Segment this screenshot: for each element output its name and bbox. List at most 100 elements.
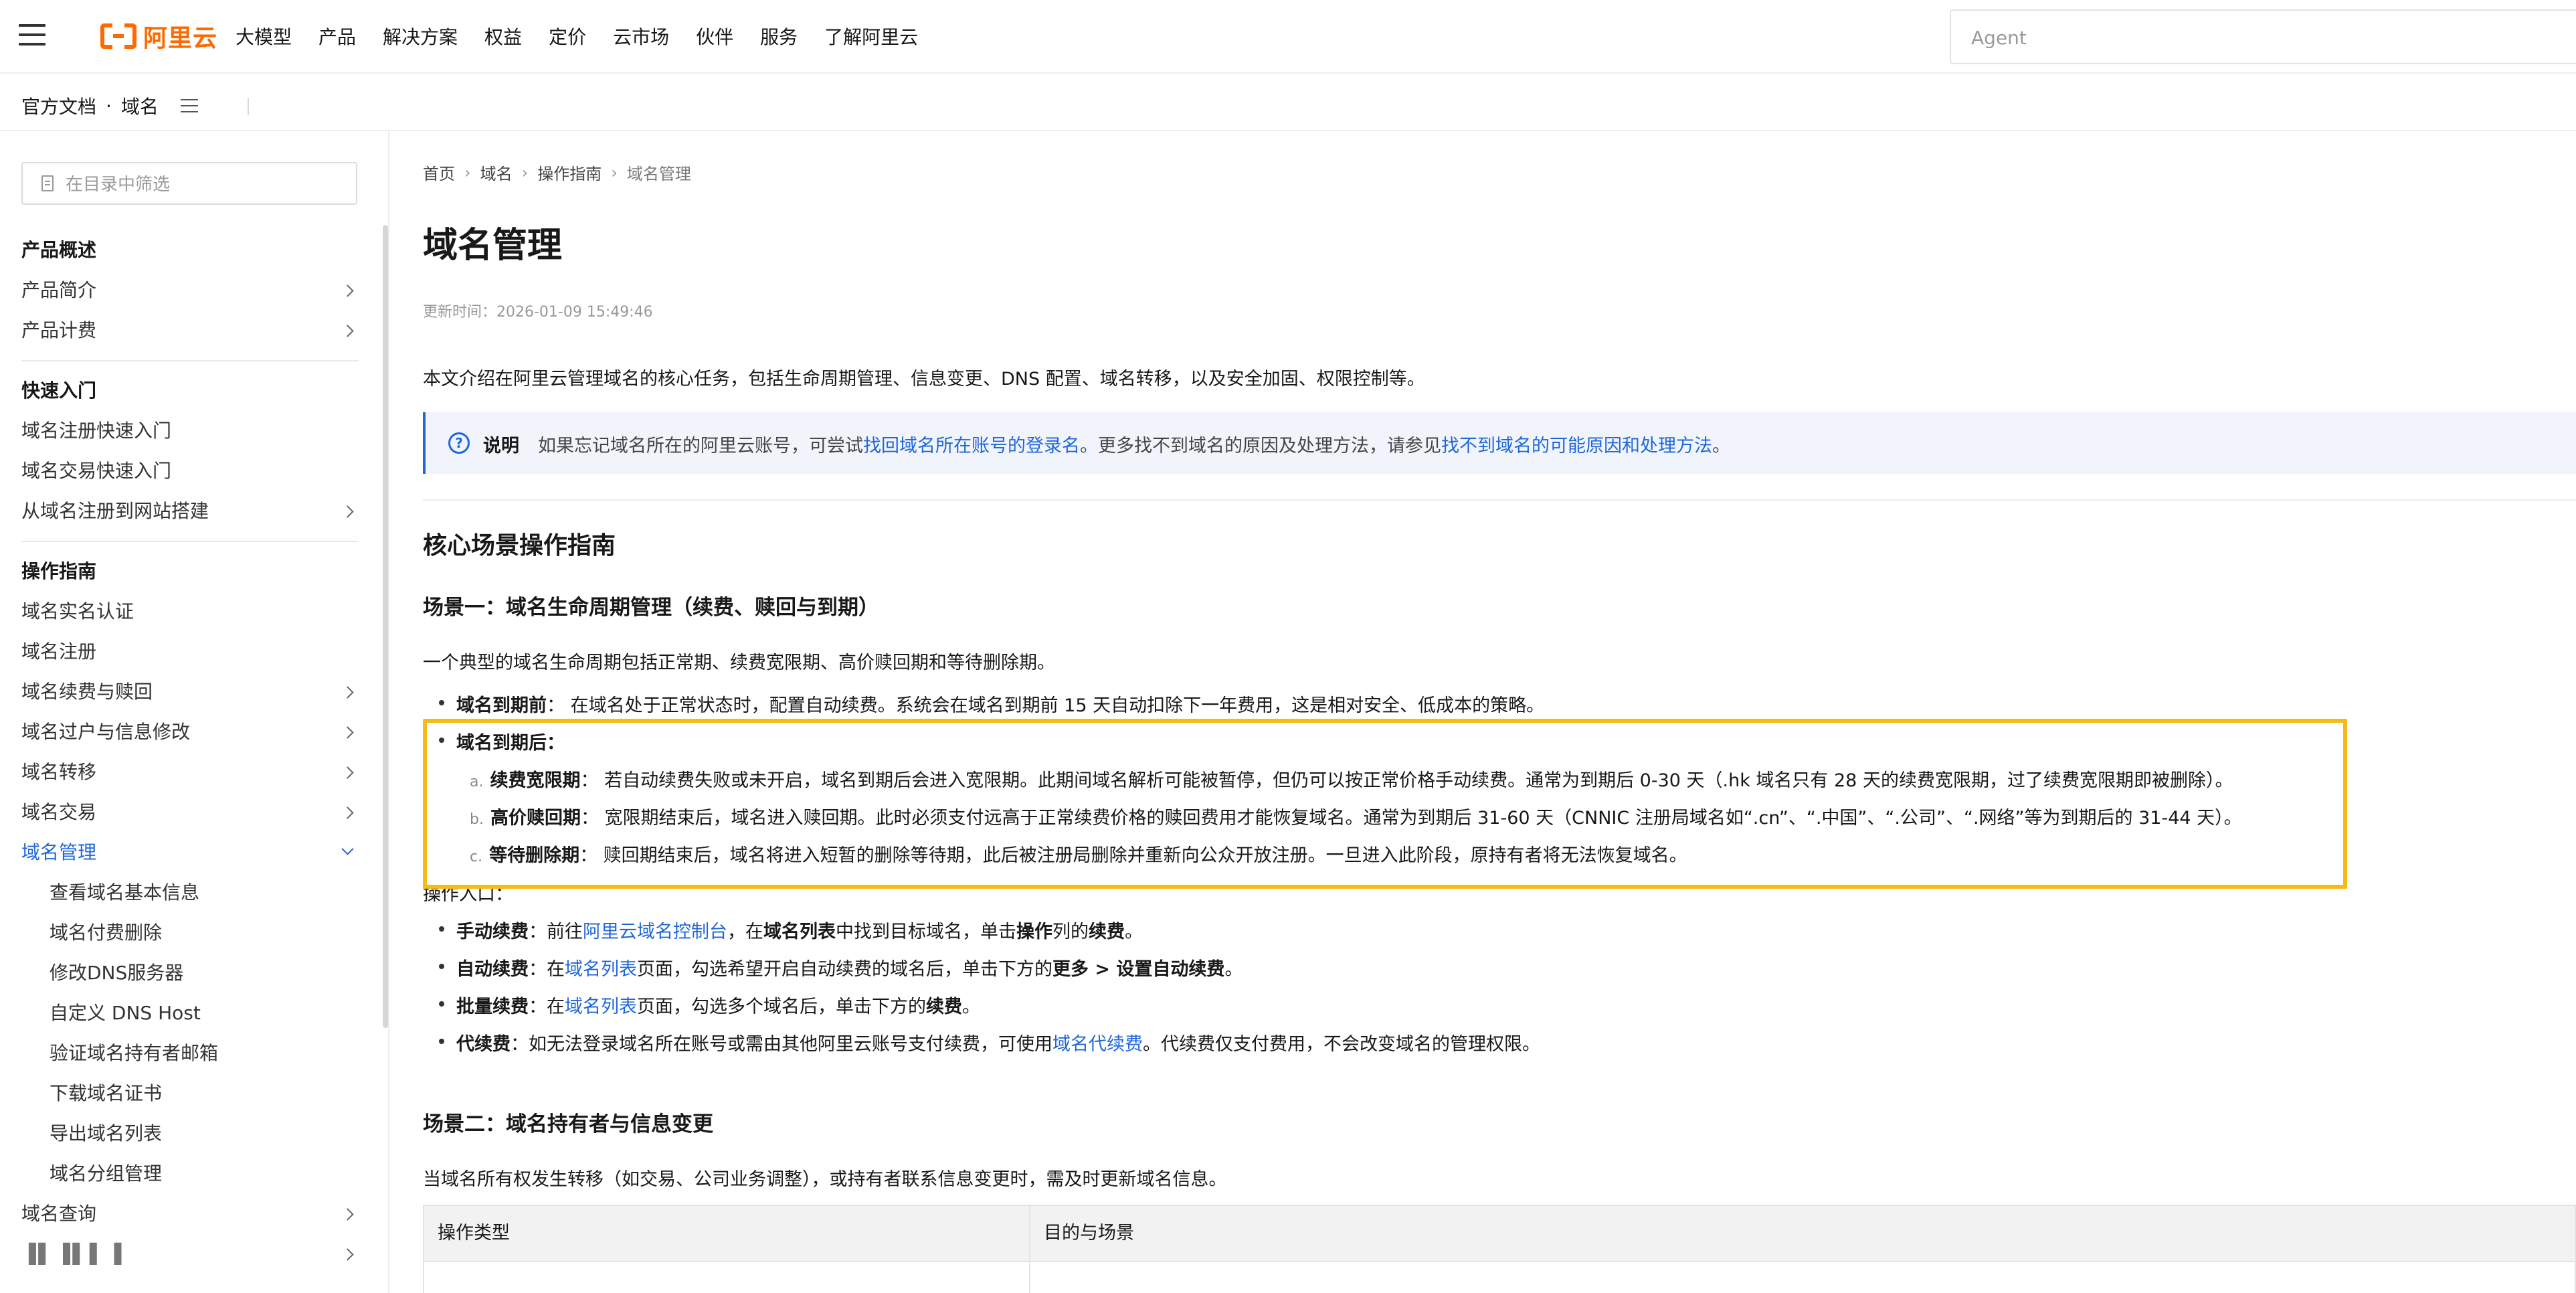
- toc-item-label: 域名注册: [21, 640, 97, 663]
- scene1-intro: 一个典型的域名生命周期包括正常期、续费宽限期、高价赎回期和等待删除期。: [423, 653, 1055, 673]
- sidebar-scrollbar[interactable]: [383, 225, 388, 1028]
- toc-filter-input[interactable]: [64, 170, 348, 198]
- subheader-separator: ·: [106, 94, 112, 117]
- subheader-divider: [248, 98, 249, 115]
- nav-item-services[interactable]: 服务: [760, 23, 798, 50]
- breadcrumb-home[interactable]: 首页: [423, 161, 455, 184]
- toc-item[interactable]: 域名查询: [21, 1194, 359, 1234]
- entry-text: ：前往: [529, 922, 583, 942]
- toc-subitem-label: 查看域名基本信息: [50, 881, 200, 903]
- toc-item[interactable]: 域名交易: [21, 792, 359, 833]
- aliyun-logo-mark-icon: [100, 23, 136, 49]
- table-cell: [424, 1262, 1030, 1293]
- toc-subitem[interactable]: 自定义 DNS Host: [21, 993, 359, 1033]
- phase-marker: a.: [470, 774, 484, 790]
- domain-list-link[interactable]: 域名列表: [565, 959, 637, 980]
- toc-item-redacted[interactable]: ▐▌▐▌▌▐: [21, 1234, 359, 1274]
- chevron-right-icon: ›: [611, 163, 618, 182]
- toc-item[interactable]: 产品简介: [21, 270, 359, 311]
- nav-item-partners[interactable]: 伙伴: [696, 23, 733, 50]
- toc-subitem-label: 验证域名持有者邮箱: [50, 1042, 219, 1064]
- toc-subitem[interactable]: 修改DNS服务器: [21, 953, 359, 993]
- article-main: 首页 › 域名 › 操作指南 › 域名管理 域名管理 更新时间：2026-01-…: [423, 131, 2576, 1293]
- entry-text: 页面，勾选希望开启自动续费的域名后，单击下方的: [637, 959, 1052, 980]
- toc-item[interactable]: 域名过户与信息修改: [21, 712, 359, 752]
- list-item-auto-renew: 自动续费：在域名列表页面，勾选希望开启自动续费的域名后，单击下方的更多 > 设置…: [439, 954, 1243, 980]
- entry-text: 列的: [1052, 922, 1089, 942]
- aliyun-logo[interactable]: 阿里云: [100, 20, 217, 52]
- recover-account-link[interactable]: 找回域名所在账号的登录名: [863, 436, 1080, 456]
- phase-label: 高价赎回期: [490, 808, 581, 829]
- breadcrumb-domain[interactable]: 域名: [480, 161, 513, 184]
- toc-subitem[interactable]: 导出域名列表: [21, 1114, 359, 1154]
- toc-item[interactable]: 域名注册: [21, 632, 359, 672]
- redacted-label: ▐▌▐▌▌▐: [21, 1243, 124, 1265]
- toc-item-label: 产品计费: [21, 319, 97, 341]
- toc-subitem[interactable]: 域名付费删除: [21, 913, 359, 953]
- nav-item-pricing[interactable]: 定价: [549, 23, 586, 50]
- section-divider: [423, 499, 2576, 501]
- entry-heading: 操作入口：: [423, 884, 513, 905]
- entry-bold: 域名列表: [763, 922, 836, 942]
- chevron-right-icon: ›: [521, 163, 529, 182]
- proxy-renew-link[interactable]: 域名代续费: [1052, 1034, 1143, 1055]
- toc-subitem[interactable]: 查看域名基本信息: [21, 873, 359, 913]
- agent-search-input[interactable]: Agent: [1950, 9, 2576, 64]
- main-nav: 大模型 产品 解决方案 权益 定价 云市场 伙伴 服务 了解阿里云: [236, 20, 945, 52]
- product-name[interactable]: 域名: [121, 92, 159, 119]
- toc-item-label: 域名交易: [21, 801, 97, 823]
- phase-marker: b.: [470, 811, 484, 828]
- nav-item-about[interactable]: 了解阿里云: [824, 23, 918, 50]
- toc-group-title[interactable]: 快速入门: [21, 371, 359, 411]
- chevron-right-icon: ›: [464, 163, 471, 182]
- table-header-cell: 操作类型: [424, 1206, 1030, 1261]
- toc-group-title[interactable]: 产品概述: [21, 230, 359, 270]
- toc-filter[interactable]: [21, 162, 357, 205]
- doc-subheader: 官方文档 · 域名: [0, 72, 2576, 131]
- note-text: 如果忘记域名所在的阿里云账号，可尝试找回域名所在账号的登录名。更多找不到域名的原…: [538, 431, 1730, 457]
- toc-subitem[interactable]: 域名分组管理: [21, 1154, 359, 1194]
- entry-label: 手动续费: [456, 922, 529, 942]
- list-item-after-expiry: 域名到期后：: [439, 728, 565, 754]
- note-text-part: 。更多找不到域名的原因及处理方法，请参见: [1080, 436, 1441, 456]
- nav-item-marketplace[interactable]: 云市场: [613, 23, 669, 50]
- nav-item-benefits[interactable]: 权益: [484, 23, 522, 50]
- product-menu-icon[interactable]: [181, 99, 198, 112]
- toc-subitem-label: 下载域名证书: [50, 1082, 163, 1104]
- domain-console-link[interactable]: 阿里云域名控制台: [583, 922, 727, 942]
- breadcrumb-guide[interactable]: 操作指南: [537, 161, 602, 184]
- toc-subitem[interactable]: 验证域名持有者邮箱: [21, 1033, 359, 1073]
- toc-item[interactable]: 域名交易快速入门: [21, 451, 359, 491]
- after-expiry-label: 域名到期后：: [456, 733, 565, 754]
- menu-hamburger-icon[interactable]: [19, 24, 45, 46]
- chevron-right-icon: [341, 766, 354, 779]
- page-title: 域名管理: [423, 226, 563, 266]
- entry-label: 自动续费: [456, 959, 529, 980]
- scene2-intro: 当域名所有权发生转移（如交易、公司业务调整），或持有者联系信息变更时，需及时更新…: [423, 1169, 1227, 1190]
- nav-item-models[interactable]: 大模型: [236, 23, 292, 50]
- domain-list-link[interactable]: 域名列表: [565, 997, 637, 1017]
- entry-text: 。: [1224, 959, 1243, 980]
- nav-item-products[interactable]: 产品: [318, 23, 356, 50]
- note-callout: ? 说明 如果忘记域名所在的阿里云账号，可尝试找回域名所在账号的登录名。更多找不…: [423, 412, 2576, 474]
- toc-item[interactable]: 域名续费与赎回: [21, 672, 359, 712]
- toc-subitem-label: 导出域名列表: [50, 1122, 163, 1144]
- scene1-heading: 场景一：域名生命周期管理（续费、赎回与到期）: [423, 596, 879, 620]
- toc-subitem[interactable]: 下载域名证书: [21, 1073, 359, 1114]
- entry-text: 。代续费仅支付费用，不会改变域名的管理权限。: [1143, 1034, 1540, 1055]
- toc-item[interactable]: 从域名注册到网站搭建: [21, 491, 359, 531]
- agent-placeholder: Agent: [1971, 27, 2027, 49]
- missing-domain-link[interactable]: 找不到域名的可能原因和处理方法: [1441, 436, 1712, 456]
- toc-group-title[interactable]: 操作指南: [21, 551, 359, 592]
- official-docs-link[interactable]: 官方文档: [21, 92, 96, 119]
- toc-item-label: 从域名注册到网站搭建: [21, 500, 209, 522]
- chevron-right-icon: [341, 1208, 354, 1221]
- toc-item-label: 产品简介: [21, 279, 97, 301]
- toc-item-label: 域名续费与赎回: [21, 681, 153, 703]
- toc-item[interactable]: 域名注册快速入门: [21, 411, 359, 451]
- toc-item-active[interactable]: 域名管理: [21, 833, 359, 873]
- toc-item[interactable]: 产品计费: [21, 311, 359, 351]
- toc-item[interactable]: 域名实名认证: [21, 592, 359, 632]
- toc-item[interactable]: 域名转移: [21, 752, 359, 792]
- nav-item-solutions[interactable]: 解决方案: [383, 23, 458, 50]
